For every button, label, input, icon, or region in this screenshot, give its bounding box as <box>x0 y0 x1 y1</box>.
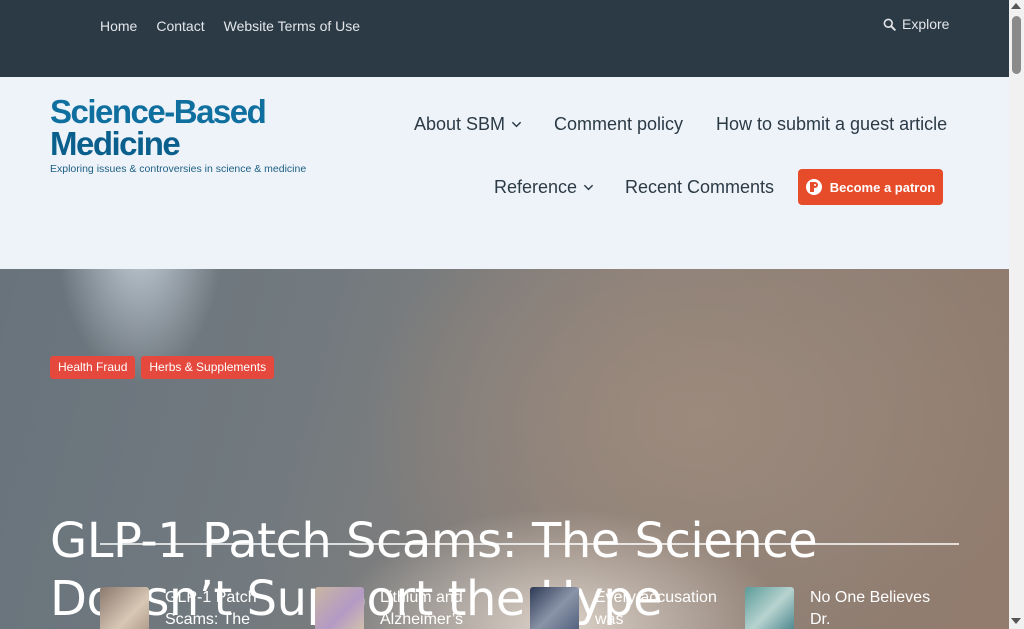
top-bar: Home Contact Website Terms of Use Explor… <box>0 0 1009 77</box>
related-title: Lithium and Alzheimer’s <box>380 589 463 628</box>
tag-herbs-supplements[interactable]: Herbs & Supplements <box>141 356 275 379</box>
top-nav: Home Contact Website Terms of Use <box>100 17 360 35</box>
nav-about-label: About SBM <box>414 114 506 134</box>
explore-label: Explore <box>902 16 950 32</box>
scrollbar-thumb[interactable] <box>1012 16 1021 74</box>
scroll-down-arrow-icon[interactable] <box>1011 618 1021 624</box>
top-nav-home[interactable]: Home <box>100 17 137 35</box>
scroll-up-arrow-icon[interactable] <box>1011 3 1021 9</box>
nav-recent-comments[interactable]: Recent Comments <box>625 176 774 198</box>
related-post[interactable]: GLP-1 Patch Scams: The <box>100 587 315 629</box>
related-post[interactable]: No One Believes Dr. <box>745 587 960 629</box>
nav-reference-label: Reference <box>494 177 578 197</box>
site-header: Science-Based Medicine Exploring issues … <box>0 77 1009 269</box>
patron-label: Become a patron <box>829 179 936 195</box>
nav-guest-article[interactable]: How to submit a guest article <box>716 113 947 135</box>
hero-banner: Health Fraud Herbs & Supplements GLP-1 P… <box>0 269 1009 629</box>
nav-recent-comments-label: Recent Comments <box>625 177 775 197</box>
related-thumbnail <box>315 587 364 629</box>
related-posts: GLP-1 Patch Scams: The Lithium and Alzhe… <box>100 587 960 629</box>
patreon-icon <box>805 179 822 195</box>
tag-health-fraud[interactable]: Health Fraud <box>50 356 136 379</box>
nav-guest-article-label: How to submit a guest article <box>716 114 948 134</box>
related-post[interactable]: Every accusation was <box>530 587 745 629</box>
nav-reference[interactable]: Reference <box>494 176 594 198</box>
top-nav-terms[interactable]: Website Terms of Use <box>224 17 360 35</box>
become-patron-button[interactable]: Become a patron <box>798 169 943 205</box>
related-post[interactable]: Lithium and Alzheimer’s <box>315 587 530 629</box>
nav-comment-policy[interactable]: Comment policy <box>554 113 683 135</box>
related-thumbnail <box>745 587 794 629</box>
related-thumbnail <box>100 587 149 629</box>
chevron-down-icon <box>583 184 594 190</box>
category-tags: Health Fraud Herbs & Supplements <box>50 356 275 379</box>
top-nav-contact[interactable]: Contact <box>156 17 204 35</box>
related-title: Every accusation was <box>595 589 717 628</box>
page-scrollbar[interactable] <box>1009 0 1024 629</box>
chevron-down-icon <box>511 121 522 127</box>
main-nav: About SBM Comment policy How to submit a… <box>0 77 1009 269</box>
related-thumbnail <box>530 587 579 629</box>
related-title: GLP-1 Patch Scams: The <box>165 589 257 628</box>
search-icon <box>883 18 896 31</box>
nav-comment-policy-label: Comment policy <box>554 114 684 134</box>
nav-about-sbm[interactable]: About SBM <box>414 113 522 135</box>
related-title: No One Believes Dr. <box>810 589 931 628</box>
explore-button[interactable]: Explore <box>883 16 949 32</box>
